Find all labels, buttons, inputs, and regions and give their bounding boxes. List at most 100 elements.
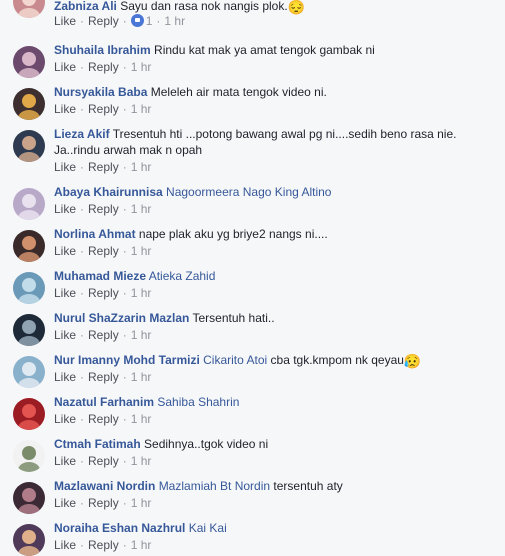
comment-timestamp[interactable]: 1 hr: [131, 412, 152, 426]
like-button[interactable]: Like: [54, 370, 76, 384]
avatar[interactable]: [13, 0, 45, 18]
reply-button[interactable]: Reply: [88, 454, 119, 468]
comment-actions: Like · Reply · 1 · 1 hr: [54, 14, 185, 28]
comment-actions: Like · Reply · 1 hr: [54, 496, 151, 510]
emoji-icon: 😔: [287, 0, 306, 15]
reply-button[interactable]: Reply: [88, 328, 119, 342]
comment-body: Nazatul Farhanim Sahiba Shahrin: [54, 394, 494, 410]
separator-dot: ·: [80, 370, 85, 384]
comment-timestamp[interactable]: 1 hr: [131, 60, 152, 74]
comment-feed: Zabniza Ali Sayu dan rasa nok nangis plo…: [0, 0, 505, 556]
comment-timestamp[interactable]: 1 hr: [131, 496, 152, 510]
reply-button[interactable]: Reply: [88, 102, 119, 116]
comment-author-link[interactable]: Ctmah Fatimah: [54, 437, 141, 451]
tagged-user-link[interactable]: Mazlamiah Bt Nordin: [159, 479, 270, 493]
comment-author-link[interactable]: Mazlawani Nordin: [54, 479, 155, 493]
reply-button[interactable]: Reply: [88, 14, 119, 28]
reply-button[interactable]: Reply: [88, 244, 119, 258]
comment-timestamp[interactable]: 1 hr: [131, 202, 152, 216]
separator-dot: ·: [80, 538, 85, 552]
comment-timestamp[interactable]: 1 hr: [131, 538, 152, 552]
avatar[interactable]: [13, 482, 45, 514]
comment-body: Lieza Akif Tresentuh hti ...potong bawan…: [54, 126, 494, 158]
comment-timestamp[interactable]: 1 hr: [131, 328, 152, 342]
comment-actions: Like · Reply · 1 hr: [54, 328, 151, 342]
comment-author-link[interactable]: Nursyakila Baba: [54, 85, 147, 99]
comment-timestamp[interactable]: 1 hr: [131, 454, 152, 468]
comment-timestamp[interactable]: 1 hr: [164, 14, 185, 28]
comment-body: Nursyakila Baba Meleleh air mata tengok …: [54, 84, 494, 100]
separator-dot: ·: [80, 244, 85, 258]
like-button[interactable]: Like: [54, 412, 76, 426]
separator-dot: ·: [80, 328, 85, 342]
separator-dot: ·: [122, 102, 127, 116]
comment-author-link[interactable]: Norlina Ahmat: [54, 227, 136, 241]
separator-dot: ·: [80, 496, 85, 510]
reply-button[interactable]: Reply: [88, 412, 119, 426]
comment-author-link[interactable]: Nurul ShaZzarin Mazlan: [54, 311, 189, 325]
like-button[interactable]: Like: [54, 102, 76, 116]
tagged-user-link[interactable]: Kai Kai: [189, 521, 227, 535]
comment-text: Rindu kat mak ya amat tengok gambak ni: [154, 43, 375, 57]
like-button[interactable]: Like: [54, 328, 76, 342]
separator-dot: ·: [122, 496, 127, 510]
avatar[interactable]: [13, 314, 45, 346]
comment-timestamp[interactable]: 1 hr: [131, 286, 152, 300]
comment-author-link[interactable]: Muhamad Mieze: [54, 269, 146, 283]
comment-timestamp[interactable]: 1 hr: [131, 160, 152, 174]
reply-button[interactable]: Reply: [88, 60, 119, 74]
reply-button[interactable]: Reply: [88, 370, 119, 384]
comment-body: Zabniza Ali Sayu dan rasa nok nangis plo…: [54, 0, 494, 14]
comment-author-link[interactable]: Nazatul Farhanim: [54, 395, 154, 409]
avatar[interactable]: [13, 272, 45, 304]
comment-text: cba tgk.kmpom nk qeyau: [270, 353, 404, 367]
comment-author-link[interactable]: Noraiha Eshan Nazhrul: [54, 521, 185, 535]
comment-timestamp[interactable]: 1 hr: [131, 370, 152, 384]
avatar[interactable]: [13, 46, 45, 78]
comment-author-link[interactable]: Nur Imanny Mohd Tarmizi: [54, 353, 200, 367]
avatar[interactable]: [13, 524, 45, 556]
like-button[interactable]: Like: [54, 160, 76, 174]
avatar[interactable]: [13, 188, 45, 220]
reply-button[interactable]: Reply: [88, 202, 119, 216]
like-button[interactable]: Like: [54, 244, 76, 258]
comment-body: Noraiha Eshan Nazhrul Kai Kai: [54, 520, 494, 536]
comment-text: nape plak aku yg briye2 nangs ni....: [138, 227, 328, 241]
avatar[interactable]: [13, 440, 45, 472]
separator-dot: ·: [122, 160, 127, 174]
comment-author-link[interactable]: Lieza Akif: [54, 127, 110, 141]
avatar[interactable]: [13, 230, 45, 262]
comment-author-link[interactable]: Zabniza Ali: [54, 0, 117, 13]
like-button[interactable]: Like: [54, 60, 76, 74]
like-button[interactable]: Like: [54, 454, 76, 468]
avatar[interactable]: [13, 130, 45, 162]
avatar[interactable]: [13, 356, 45, 388]
comment-actions: Like · Reply · 1 hr: [54, 60, 151, 74]
tagged-user-link[interactable]: Nagoormeera Nago King Altino: [166, 185, 331, 199]
comment-timestamp[interactable]: 1 hr: [131, 102, 152, 116]
reply-button[interactable]: Reply: [88, 538, 119, 552]
like-button[interactable]: Like: [54, 286, 76, 300]
tagged-user-link[interactable]: Cikarito Atoi: [203, 353, 267, 367]
separator-dot: ·: [80, 286, 85, 300]
avatar[interactable]: [13, 398, 45, 430]
separator-dot: ·: [80, 202, 85, 216]
tagged-user-link[interactable]: Atieka Zahid: [149, 269, 216, 283]
avatar[interactable]: [13, 88, 45, 120]
reply-button[interactable]: Reply: [88, 496, 119, 510]
like-button[interactable]: Like: [54, 496, 76, 510]
reply-button[interactable]: Reply: [88, 160, 119, 174]
separator-dot: ·: [122, 328, 127, 342]
like-button[interactable]: Like: [54, 538, 76, 552]
like-reaction-icon[interactable]: [130, 14, 144, 27]
comment-author-link[interactable]: Shuhaila Ibrahim: [54, 43, 151, 57]
tagged-user-link[interactable]: Sahiba Shahrin: [157, 395, 239, 409]
like-button[interactable]: Like: [54, 202, 76, 216]
like-button[interactable]: Like: [54, 14, 76, 28]
comment-author-link[interactable]: Abaya Khairunnisa: [54, 185, 163, 199]
separator-dot: ·: [122, 60, 127, 74]
comment-timestamp[interactable]: 1 hr: [131, 244, 152, 258]
comment-body: Nurul ShaZzarin Mazlan Tersentuh hati..: [54, 310, 494, 326]
reply-button[interactable]: Reply: [88, 286, 119, 300]
comment-body: Abaya Khairunnisa Nagoormeera Nago King …: [54, 184, 494, 200]
